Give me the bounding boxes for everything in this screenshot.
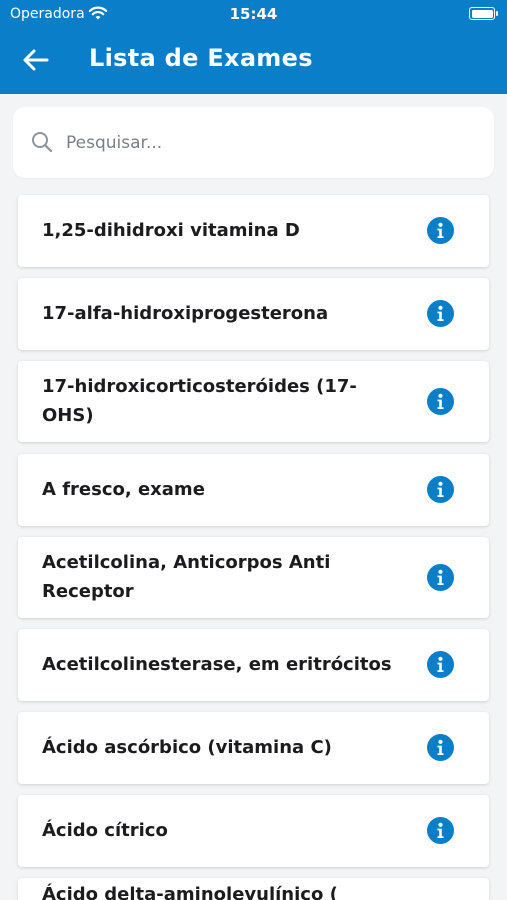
list-item[interactable]: Acetilcolinesterase, em eritrócitos (18, 629, 489, 701)
info-icon[interactable] (427, 217, 454, 244)
exam-label: 1,25-dihidroxi vitamina D (42, 220, 300, 241)
exam-label: Ácido cítrico (42, 820, 168, 841)
exam-label: 17-hidroxicorticosteróides (17-OHS) (42, 376, 357, 426)
exam-label: Ácido ascórbico (vitamina C) (42, 737, 332, 758)
exam-label: Acetilcolinesterase, em eritrócitos (42, 654, 392, 675)
list-item[interactable]: 17-hidroxicorticosteróides (17-OHS) (18, 361, 489, 442)
info-icon[interactable] (427, 817, 454, 844)
list-item[interactable]: 17-alfa-hidroxiprogesterona (18, 278, 489, 350)
list-item[interactable]: Ácido ascórbico (vitamina C) (18, 712, 489, 784)
exam-label: Ácido delta-aminolevulínico ( (42, 884, 338, 900)
exam-label: A fresco, exame (42, 479, 205, 500)
list-item[interactable]: A fresco, exame (18, 454, 489, 526)
info-icon[interactable] (427, 476, 454, 503)
list-item[interactable]: Ácido delta-aminolevulínico ( (18, 878, 489, 900)
list-item[interactable]: Ácido cítrico (18, 795, 489, 867)
info-icon[interactable] (427, 564, 454, 591)
exam-list: 1,25-dihidroxi vitamina D 17-alfa-hidrox… (0, 0, 507, 900)
exam-label: Acetilcolina, Anticorpos Anti Receptor (42, 552, 331, 602)
list-item[interactable]: Acetilcolina, Anticorpos Anti Receptor (18, 537, 489, 618)
info-icon[interactable] (427, 734, 454, 761)
info-icon[interactable] (427, 300, 454, 327)
exam-label: 17-alfa-hidroxiprogesterona (42, 303, 329, 324)
info-icon[interactable] (427, 388, 454, 415)
list-item[interactable]: 1,25-dihidroxi vitamina D (18, 195, 489, 267)
info-icon[interactable] (427, 651, 454, 678)
